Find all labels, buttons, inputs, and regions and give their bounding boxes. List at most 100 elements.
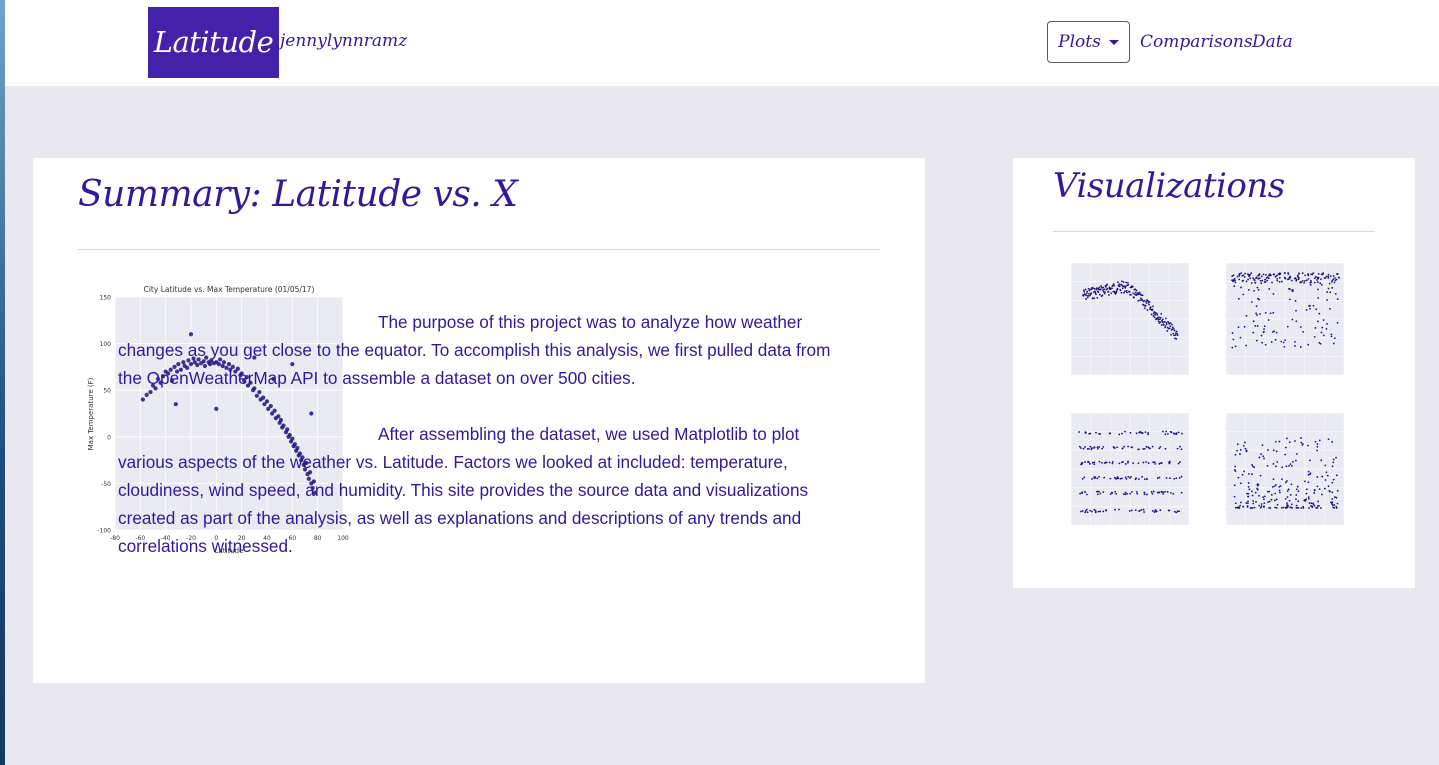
thumbnail-point <box>1316 476 1319 478</box>
thumbnail-point <box>1295 488 1298 491</box>
thumbnail-point <box>1274 499 1276 502</box>
nav-comparisons-link[interactable]: Comparisons <box>1140 32 1253 52</box>
thumbnail-point <box>1170 333 1172 336</box>
thumbnail-point <box>1237 297 1240 300</box>
thumbnail-point <box>1296 453 1298 455</box>
thumbnail-point <box>1331 441 1334 443</box>
thumbnail-point <box>1334 496 1336 498</box>
thumbnail-point <box>1234 281 1237 284</box>
thumbnail-point <box>1257 288 1260 291</box>
thumbnail-point <box>1248 472 1250 475</box>
thumbnail-point <box>1327 273 1330 276</box>
thumbnail-point <box>1087 287 1090 290</box>
thumbnail-point <box>1261 341 1264 344</box>
thumbnail-point <box>1102 286 1105 289</box>
thumbnail-wind-speed-plot[interactable] <box>1208 403 1358 543</box>
thumbnail-point <box>1121 432 1123 435</box>
thumbnail-point <box>1305 498 1308 501</box>
thumbnail-point <box>1332 506 1334 509</box>
thumbnail-point <box>1256 286 1259 289</box>
visualizations-panel: Visualizations <box>1013 158 1415 588</box>
thumbnail-point <box>1176 334 1179 337</box>
thumbnail-point <box>1255 500 1257 503</box>
plots-dropdown-button[interactable]: Plots <box>1047 21 1130 63</box>
thumbnail-point <box>1141 294 1144 297</box>
thumbnail-point <box>1136 492 1139 495</box>
thumbnail-point <box>1267 319 1270 321</box>
thumbnail-point <box>1270 494 1273 496</box>
y-tick-label: 150 <box>100 295 112 302</box>
thumbnail-point <box>1134 509 1137 512</box>
thumbnail-point <box>1127 475 1130 478</box>
thumbnail-point <box>1232 338 1235 341</box>
thumbnail-point <box>1086 493 1088 496</box>
thumbnail-point <box>1244 441 1246 444</box>
thumbnail-point <box>1255 277 1257 279</box>
thumbnail-point <box>1233 495 1236 498</box>
thumbnail-point <box>1251 507 1254 509</box>
thumbnail-point <box>1081 491 1083 494</box>
thumbnail-point <box>1286 502 1288 505</box>
thumbnail-point <box>1085 294 1088 297</box>
thumbnail-point <box>1314 327 1317 329</box>
thumbnail-point <box>1274 492 1277 495</box>
thumbnail-point <box>1172 492 1175 495</box>
thumbnail-point <box>1127 281 1129 284</box>
thumbnail-point <box>1268 288 1271 290</box>
thumbnail-point <box>1244 272 1247 275</box>
thumbnail-point <box>1255 305 1258 308</box>
thumbnail-point <box>1168 327 1171 330</box>
thumbnail-point <box>1232 280 1234 283</box>
thumbnail-point <box>1272 293 1275 295</box>
thumbnail-point <box>1316 485 1319 488</box>
thumbnail-point <box>1142 448 1145 450</box>
thumbnail-point <box>1276 274 1278 277</box>
thumbnail-point <box>1320 507 1322 509</box>
thumbnail-cloudiness-plot[interactable] <box>1053 403 1203 543</box>
thumbnail-point <box>1304 480 1306 483</box>
thumbnail-point <box>1333 504 1336 506</box>
thumbnail-point <box>1114 508 1116 511</box>
thumbnail-point <box>1298 272 1300 275</box>
thumbnail-point <box>1127 445 1130 448</box>
thumbnail-point <box>1180 448 1183 451</box>
thumbnail-point <box>1164 490 1166 493</box>
thumbnail-point <box>1291 507 1294 509</box>
brand-logo-link[interactable]: Latitude <box>148 7 279 78</box>
thumbnail-point <box>1130 490 1133 493</box>
navbar: Latitude jennylynnramz Plots Comparisons… <box>5 0 1439 86</box>
thumbnail-point <box>1234 345 1237 348</box>
thumbnail-point <box>1132 462 1135 464</box>
nav-data-link[interactable]: Data <box>1252 32 1293 52</box>
thumbnail-point <box>1335 496 1338 499</box>
thumbnail-point <box>1099 288 1102 291</box>
thumbnail-point <box>1159 445 1162 448</box>
thumbnail-point <box>1329 291 1332 294</box>
thumbnail-point <box>1313 489 1316 491</box>
thumbnail-point <box>1301 279 1304 282</box>
thumbnail-point <box>1150 490 1153 493</box>
thumbnail-point <box>1327 276 1330 279</box>
thumbnail-point <box>1255 339 1258 342</box>
thumbnail-point <box>1121 477 1123 480</box>
username-link[interactable]: jennylynnramz <box>280 31 407 51</box>
thumbnail-point <box>1305 309 1308 311</box>
thumbnail-point <box>1128 510 1131 512</box>
thumbnail-point <box>1272 478 1275 481</box>
thumbnail-point <box>1286 504 1288 506</box>
thumbnail-humidity-plot[interactable] <box>1208 253 1358 393</box>
thumbnail-point <box>1103 476 1106 479</box>
thumbnail-point <box>1295 504 1298 507</box>
thumbnail-temperature-plot[interactable] <box>1053 253 1203 393</box>
thumbnail-point <box>1336 273 1338 275</box>
thumbnail-point <box>1335 278 1338 281</box>
thumbnail-point <box>1299 281 1302 284</box>
thumbnail-point <box>1081 510 1084 512</box>
thumbnail-point <box>1113 476 1116 479</box>
thumbnail-point <box>1261 279 1264 282</box>
thumbnail-point <box>1248 273 1250 276</box>
thumbnail-point <box>1325 471 1328 474</box>
thumbnail-point <box>1093 447 1095 449</box>
thumbnail-point <box>1167 509 1170 512</box>
thumbnail-point <box>1243 325 1246 328</box>
